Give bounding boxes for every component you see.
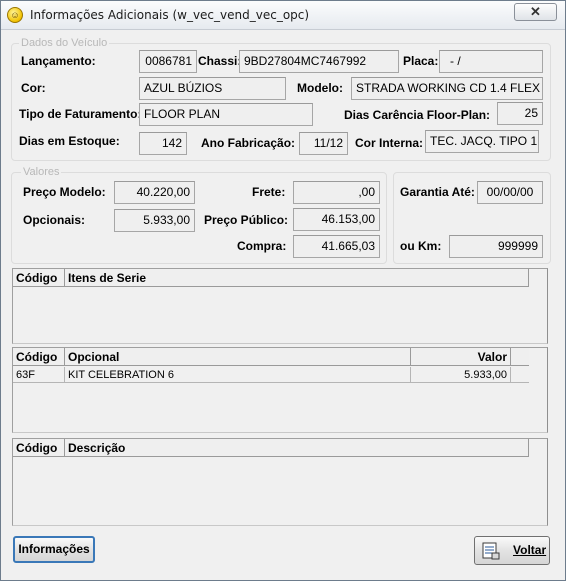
dialog-window: ☺ Informações Adicionais (w_vec_vend_vec… — [0, 0, 566, 581]
close-icon: ✕ — [530, 4, 541, 19]
close-button[interactable]: ✕ — [514, 3, 557, 21]
dias-estoque-field[interactable]: 142 — [139, 132, 187, 155]
opcionais-header: Código Opcional Valor — [13, 348, 529, 366]
cell-valor: 5.933,00 — [411, 367, 511, 383]
lancamento-field[interactable]: 0086781 — [139, 50, 197, 73]
modelo-label: Modelo: — [297, 81, 343, 95]
dias-carencia-label: Dias Carência Floor-Plan: — [344, 108, 491, 122]
cor-interna-label: Cor Interna: — [355, 136, 424, 150]
chassi-label: Chassi: — [198, 54, 242, 68]
column-header-codigo[interactable]: Código — [13, 348, 65, 366]
ou-km-field[interactable]: 999999 — [449, 235, 543, 258]
cor-interna-field[interactable]: TEC. JACQ. TIPO 1 — [425, 130, 539, 153]
column-header-itens-serie[interactable]: Itens de Serie — [65, 269, 529, 287]
cell-opcional: KIT CELEBRATION 6 — [65, 367, 411, 383]
lancamento-label: Lançamento: — [21, 54, 96, 68]
column-header-valor[interactable]: Valor — [411, 348, 511, 366]
ano-fabricacao-field[interactable]: 11/12 — [299, 132, 348, 155]
smiley-icon: ☺ — [7, 7, 23, 23]
itens-serie-header: Código Itens de Serie — [13, 269, 529, 287]
tipo-faturamento-label: Tipo de Faturamento: — [19, 107, 142, 121]
title-bar: ☺ Informações Adicionais (w_vec_vend_vec… — [1, 1, 565, 30]
voltar-button[interactable]: Voltar — [474, 536, 550, 565]
cor-field[interactable]: AZUL BÚZIOS — [139, 77, 286, 100]
dias-estoque-label: Dias em Estoque: — [19, 134, 120, 148]
ou-km-label: ou Km: — [400, 239, 442, 253]
compra-field[interactable]: 41.665,03 — [293, 235, 380, 258]
cell-codigo: 63F — [13, 367, 65, 383]
window-title: Informações Adicionais (w_vec_vend_vec_o… — [30, 8, 310, 22]
column-header-descricao[interactable]: Descrição — [65, 439, 529, 457]
opcionais-label: Opcionais: — [23, 213, 86, 227]
frete-label: Frete: — [252, 185, 286, 199]
compra-label: Compra: — [237, 239, 287, 253]
column-header-opcional[interactable]: Opcional — [65, 348, 411, 366]
garantia-ate-label: Garantia Até: — [400, 185, 475, 199]
document-list-icon — [481, 541, 501, 561]
itens-serie-grid[interactable]: Código Itens de Serie — [12, 268, 548, 344]
cor-label: Cor: — [21, 81, 46, 95]
preco-publico-field[interactable]: 46.153,00 — [293, 208, 380, 231]
preco-modelo-field[interactable]: 40.220,00 — [114, 181, 195, 204]
chassi-field[interactable]: 9BD27804MC7467992 — [239, 50, 399, 73]
vehicle-data-legend: Dados do Veículo — [19, 37, 110, 49]
placa-label: Placa: — [403, 54, 439, 68]
informacoes-button[interactable]: Informações — [13, 536, 95, 563]
preco-publico-label: Preço Público: — [204, 213, 289, 227]
frete-field[interactable]: ,00 — [293, 181, 380, 204]
values-legend: Valores — [21, 166, 62, 178]
placa-field[interactable]: - / — [439, 50, 543, 73]
modelo-field[interactable]: STRADA WORKING CD 1.4 FLEX — [351, 77, 543, 100]
opcionais-field[interactable]: 5.933,00 — [114, 209, 195, 232]
informacoes-button-label: Informações — [18, 542, 90, 556]
table-row[interactable]: 63F KIT CELEBRATION 6 5.933,00 — [13, 367, 529, 383]
garantia-ate-field[interactable]: 00/00/00 — [477, 181, 543, 204]
voltar-button-label: Voltar — [513, 543, 547, 557]
ano-fabricacao-label: Ano Fabricação: — [201, 136, 296, 150]
descricao-header: Código Descrição — [13, 439, 529, 457]
opcionais-grid[interactable]: Código Opcional Valor 63F KIT CELEBRATIO… — [12, 347, 548, 433]
descricao-grid[interactable]: Código Descrição — [12, 438, 548, 526]
tipo-faturamento-field[interactable]: FLOOR PLAN — [139, 103, 313, 126]
column-header-codigo[interactable]: Código — [13, 269, 65, 287]
dias-carencia-field[interactable]: 25 — [497, 102, 543, 125]
preco-modelo-label: Preço Modelo: — [23, 185, 106, 199]
column-header-codigo[interactable]: Código — [13, 439, 65, 457]
